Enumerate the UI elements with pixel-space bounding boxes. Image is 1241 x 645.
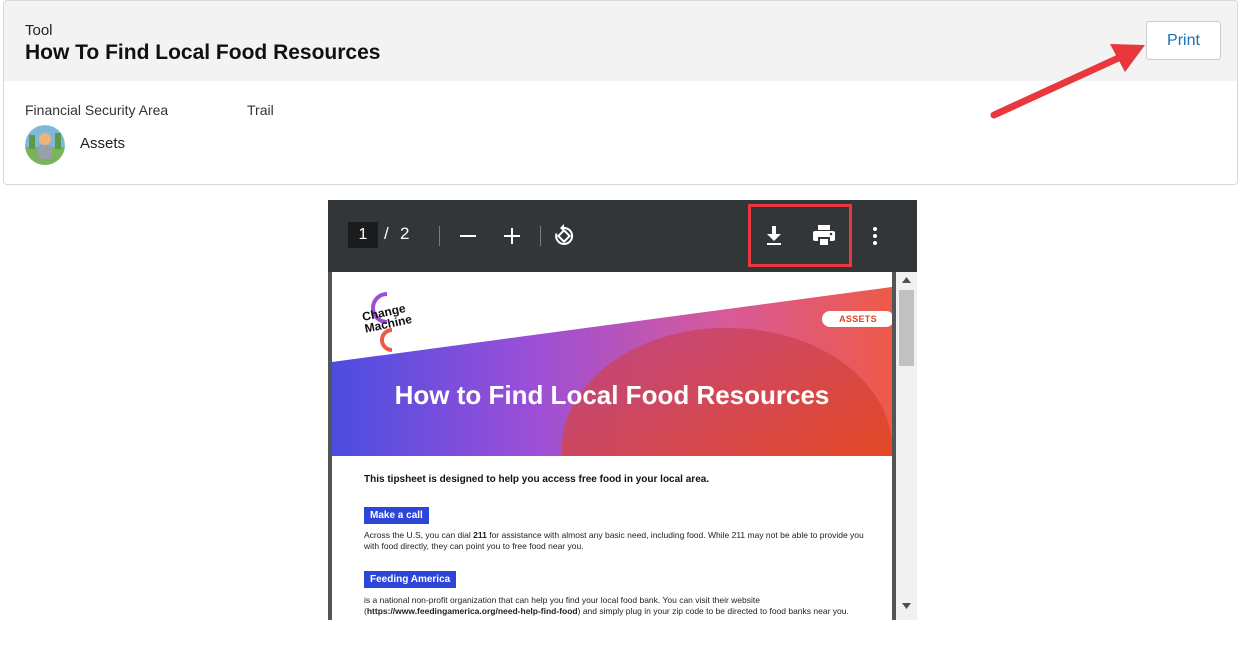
toolbar-divider <box>540 226 541 246</box>
pdf-intro: This tipsheet is designed to help you ac… <box>364 474 710 485</box>
zoom-out-icon[interactable] <box>458 226 478 246</box>
scroll-up-icon[interactable] <box>901 276 912 284</box>
financial-area-label: Financial Security Area <box>25 102 169 118</box>
assets-badge: ASSETS <box>822 311 892 327</box>
pdf-viewer: 1 / 2 Change Machine ASSETS How to Find … <box>328 200 917 620</box>
toolbar-highlight-box <box>748 204 852 267</box>
rotate-icon[interactable] <box>552 224 576 248</box>
total-pages: 2 <box>400 224 410 243</box>
more-options-icon[interactable] <box>871 226 879 246</box>
page-title: How To Find Local Food Resources <box>25 41 381 64</box>
area-value: Assets <box>80 135 126 152</box>
page-separator: / <box>384 224 389 243</box>
zoom-in-icon[interactable] <box>502 226 522 246</box>
print-button[interactable]: Print <box>1146 21 1221 60</box>
scrollbar-thumb[interactable] <box>899 290 914 366</box>
pdf-scrollbar[interactable] <box>896 272 917 620</box>
pdf-toolbar: 1 / 2 <box>328 200 917 272</box>
pdf-page: Change Machine ASSETS How to Find Local … <box>332 272 892 620</box>
section-feeding-america: Feeding America <box>364 571 457 588</box>
annotation-arrow-icon <box>990 44 1145 119</box>
feeding-america-link[interactable]: https://www.feedingamerica.org/need-help… <box>367 606 578 616</box>
trail-label: Trail <box>247 102 274 118</box>
pdf-heading: How to Find Local Food Resources <box>394 380 830 410</box>
page-number-input[interactable]: 1 <box>348 222 378 248</box>
hero-banner <box>332 287 892 456</box>
toolbar-divider <box>439 226 440 246</box>
area-avatar <box>25 125 65 165</box>
tool-type-label: Tool <box>25 22 53 39</box>
scroll-down-icon[interactable] <box>901 602 912 610</box>
section-feeding-america-text: is a national non-profit organization th… <box>364 595 849 616</box>
section-make-a-call: Make a call <box>364 507 429 524</box>
section-make-a-call-text: Across the U.S, you can dial 211 for ass… <box>364 530 864 551</box>
